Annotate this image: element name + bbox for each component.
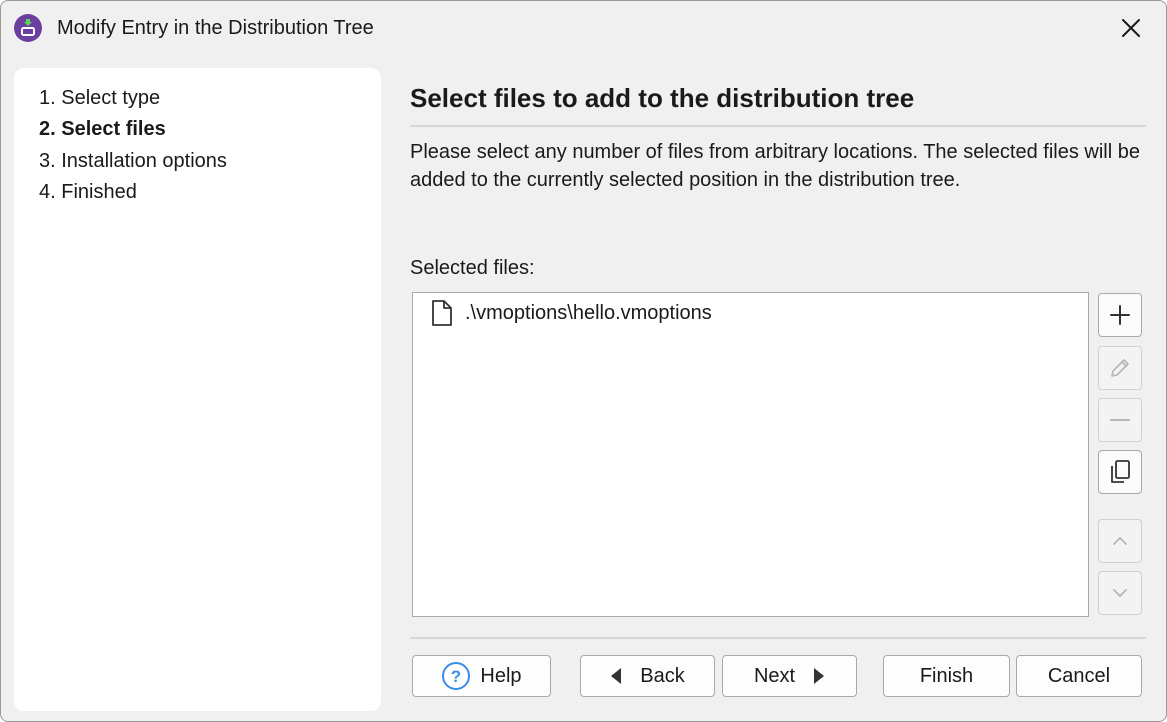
back-label: Back xyxy=(640,664,685,687)
copy-button[interactable] xyxy=(1098,450,1142,494)
next-button[interactable]: Next xyxy=(722,655,857,697)
move-up-button[interactable] xyxy=(1098,519,1142,563)
svg-text:?: ? xyxy=(451,667,461,686)
add-button[interactable] xyxy=(1098,293,1142,337)
finish-button[interactable]: Finish xyxy=(883,655,1010,697)
file-name: .\vmoptions\hello.vmoptions xyxy=(465,301,712,324)
remove-button[interactable] xyxy=(1098,398,1142,442)
selected-files-list[interactable]: .\vmoptions\hello.vmoptions xyxy=(412,292,1089,617)
title-divider xyxy=(410,125,1146,127)
step-select-type: 1. Select type xyxy=(39,87,161,109)
list-item[interactable]: .\vmoptions\hello.vmoptions xyxy=(429,299,712,327)
step-select-files: 2. Select files xyxy=(39,118,166,140)
step-installation-options: 3. Installation options xyxy=(39,150,227,172)
footer-divider xyxy=(410,637,1146,639)
pencil-icon xyxy=(1111,359,1129,377)
wizard-steps-panel: 1. Select type 2. Select files 3. Instal… xyxy=(14,68,381,711)
next-label: Next xyxy=(753,664,796,687)
back-button[interactable]: Back xyxy=(580,655,715,697)
window-title: Modify Entry in the Distribution Tree xyxy=(57,17,374,39)
help-button[interactable]: ? Help xyxy=(412,655,551,697)
help-icon: ? xyxy=(442,662,471,690)
page-title: Select files to add to the distribution … xyxy=(410,83,915,113)
move-down-button[interactable] xyxy=(1098,571,1142,615)
copy-icon xyxy=(1111,460,1130,483)
cancel-label: Cancel xyxy=(1047,664,1111,687)
app-icon xyxy=(14,14,42,42)
cancel-button[interactable]: Cancel xyxy=(1016,655,1142,697)
close-button[interactable] xyxy=(1109,9,1153,47)
close-icon xyxy=(1122,19,1140,37)
triangle-right-icon xyxy=(814,668,825,684)
edit-button[interactable] xyxy=(1098,346,1142,390)
selected-files-label: Selected files: xyxy=(410,257,535,279)
title-bar: Modify Entry in the Distribution Tree xyxy=(1,1,1166,57)
help-label: Help xyxy=(480,664,522,687)
file-icon xyxy=(429,299,455,327)
dialog-window: Modify Entry in the Distribution Tree 1.… xyxy=(0,0,1167,722)
chevron-down-icon xyxy=(1113,589,1127,597)
finish-label: Finish xyxy=(919,664,974,687)
step-finished: 4. Finished xyxy=(39,181,137,203)
minus-icon xyxy=(1110,419,1130,421)
triangle-left-icon xyxy=(611,668,622,684)
plus-icon xyxy=(1110,305,1130,325)
page-description: Please select any number of files from a… xyxy=(410,141,1140,191)
chevron-up-icon xyxy=(1113,537,1127,545)
